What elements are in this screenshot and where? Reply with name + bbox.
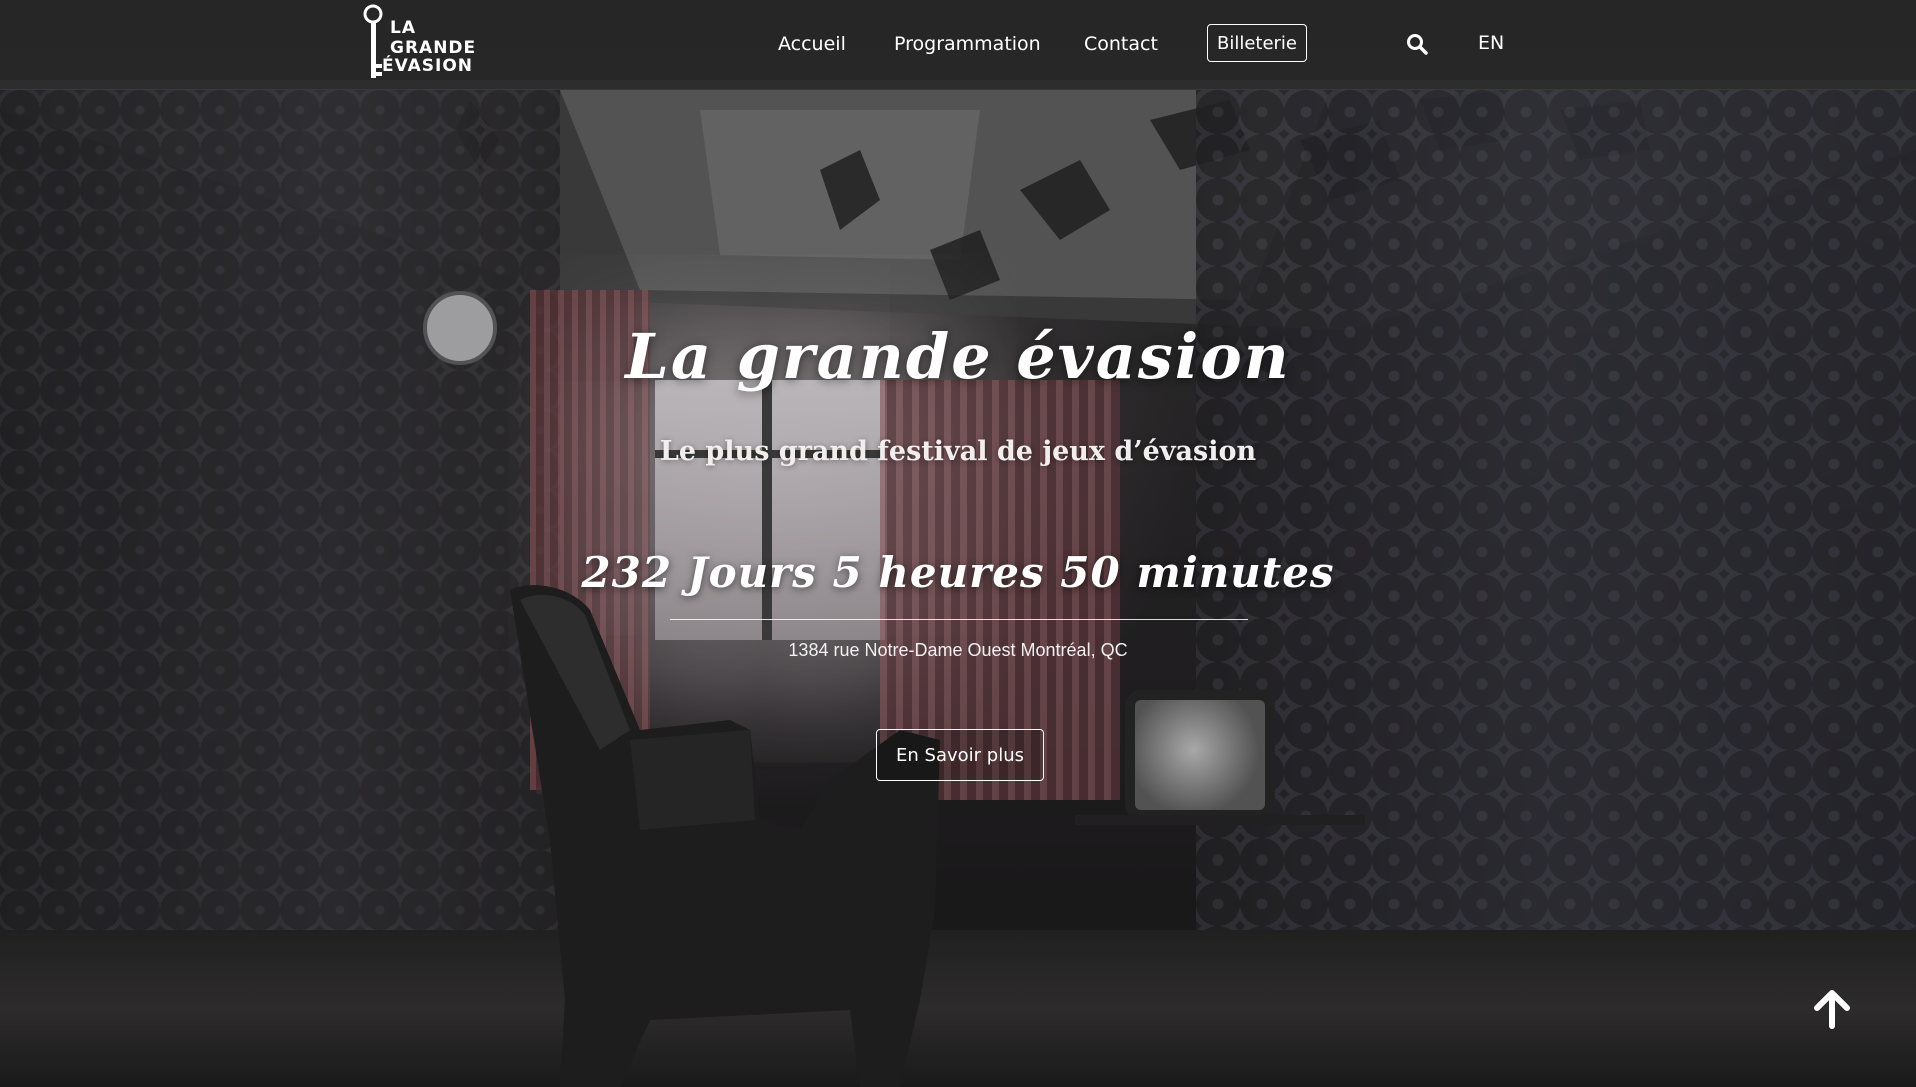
key-icon — [363, 4, 383, 78]
hero-divider — [670, 619, 1248, 620]
event-address: 1384 rue Notre-Dame Ouest Montréal, QC — [788, 640, 1128, 660]
logo-text-line-2: GRANDE — [390, 38, 477, 58]
hero-title: La grande évasion — [625, 320, 1291, 393]
countdown-timer: 232 Jours 5 heures 50 minutes — [581, 548, 1335, 597]
logo-text-line-3: ÉVASION — [382, 56, 474, 76]
logo-text-line-1: LA — [390, 18, 416, 38]
tickets-button[interactable]: Billeterie — [1207, 24, 1307, 62]
nav-link-accueil[interactable]: Accueil — [778, 33, 846, 55]
search-icon[interactable] — [1406, 33, 1428, 55]
site-logo[interactable]: LA GRANDE ÉVASION — [362, 4, 492, 84]
hero-subtitle: Le plus grand festival de jeux d’évasion — [659, 436, 1257, 467]
language-switch[interactable]: EN — [1478, 32, 1504, 54]
nav-link-contact[interactable]: Contact — [1084, 33, 1158, 55]
site-header: LA GRANDE ÉVASION Accueil Programmation … — [0, 0, 1916, 89]
nav-link-programmation[interactable]: Programmation — [894, 33, 1041, 55]
dark-overlay — [0, 0, 1916, 1087]
page: LA GRANDE ÉVASION Accueil Programmation … — [0, 0, 1916, 1087]
learn-more-button[interactable]: En Savoir plus — [876, 729, 1044, 781]
hero-background — [0, 0, 1916, 1087]
arrow-up-icon[interactable] — [1812, 988, 1852, 1030]
